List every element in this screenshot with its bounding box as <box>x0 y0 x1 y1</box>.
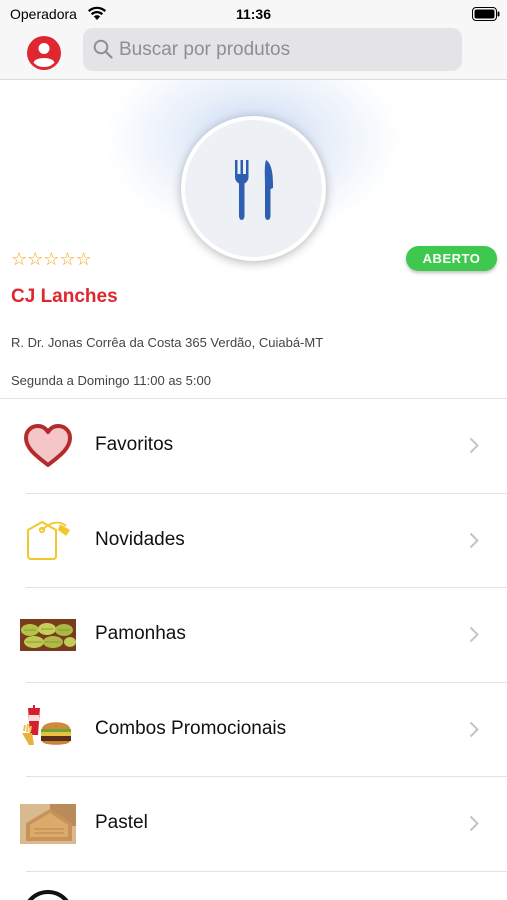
status-bar: Operadora 11:36 <box>0 0 507 28</box>
category-label: Pamonhas <box>95 623 186 644</box>
combo-thumbnail <box>20 704 76 755</box>
store-name: CJ Lanches <box>11 286 118 307</box>
category-label: Combos Promocionais <box>95 717 287 739</box>
search-input[interactable] <box>119 28 449 71</box>
category-label: Novidades <box>95 528 185 550</box>
category-row-combos[interactable]: Combos Promocionais <box>0 683 507 778</box>
store-address: R. Dr. Jonas Corrêa da Costa 365 Verdão,… <box>11 335 324 350</box>
search-icon <box>93 39 113 64</box>
category-label: Favoritos <box>95 434 174 455</box>
category-row-favoritos[interactable]: Favoritos <box>0 399 507 494</box>
store-logo <box>181 116 326 261</box>
pamonha-thumbnail <box>20 610 76 660</box>
category-row-pastel[interactable]: Pastel <box>0 777 507 872</box>
heart-icon <box>20 421 76 471</box>
chevron-right-icon <box>469 721 479 743</box>
price-tag-icon <box>20 516 76 566</box>
store-header: ☆☆☆☆☆ ABERTO CJ Lanches R. Dr. Jonas Cor… <box>0 80 507 398</box>
clock: 11:36 <box>235 6 272 22</box>
nav-bar <box>0 28 507 80</box>
category-label: Pastel <box>95 812 148 833</box>
category-list: Favoritos Novidades Pamonhas Combos Prom… <box>0 398 507 900</box>
chevron-right-icon <box>469 532 479 554</box>
chevron-right-icon <box>469 815 479 837</box>
pastel-thumbnail <box>20 799 76 849</box>
category-row-novidades[interactable]: Novidades <box>0 494 507 589</box>
status-badge: ABERTO <box>406 246 497 271</box>
user-profile-icon[interactable] <box>27 36 61 70</box>
store-hours: Segunda a Domingo 11:00 as 5:00 <box>11 373 211 388</box>
category-row-partial[interactable] <box>0 872 507 900</box>
cutlery-icon <box>235 160 273 220</box>
search-bar[interactable] <box>83 28 462 71</box>
category-row-pamonhas[interactable]: Pamonhas <box>0 588 507 683</box>
category-icon <box>22 889 74 900</box>
battery-icon <box>472 7 500 26</box>
chevron-right-icon <box>469 437 479 459</box>
rating-stars: ☆☆☆☆☆ <box>11 249 92 270</box>
chevron-right-icon <box>469 626 479 648</box>
